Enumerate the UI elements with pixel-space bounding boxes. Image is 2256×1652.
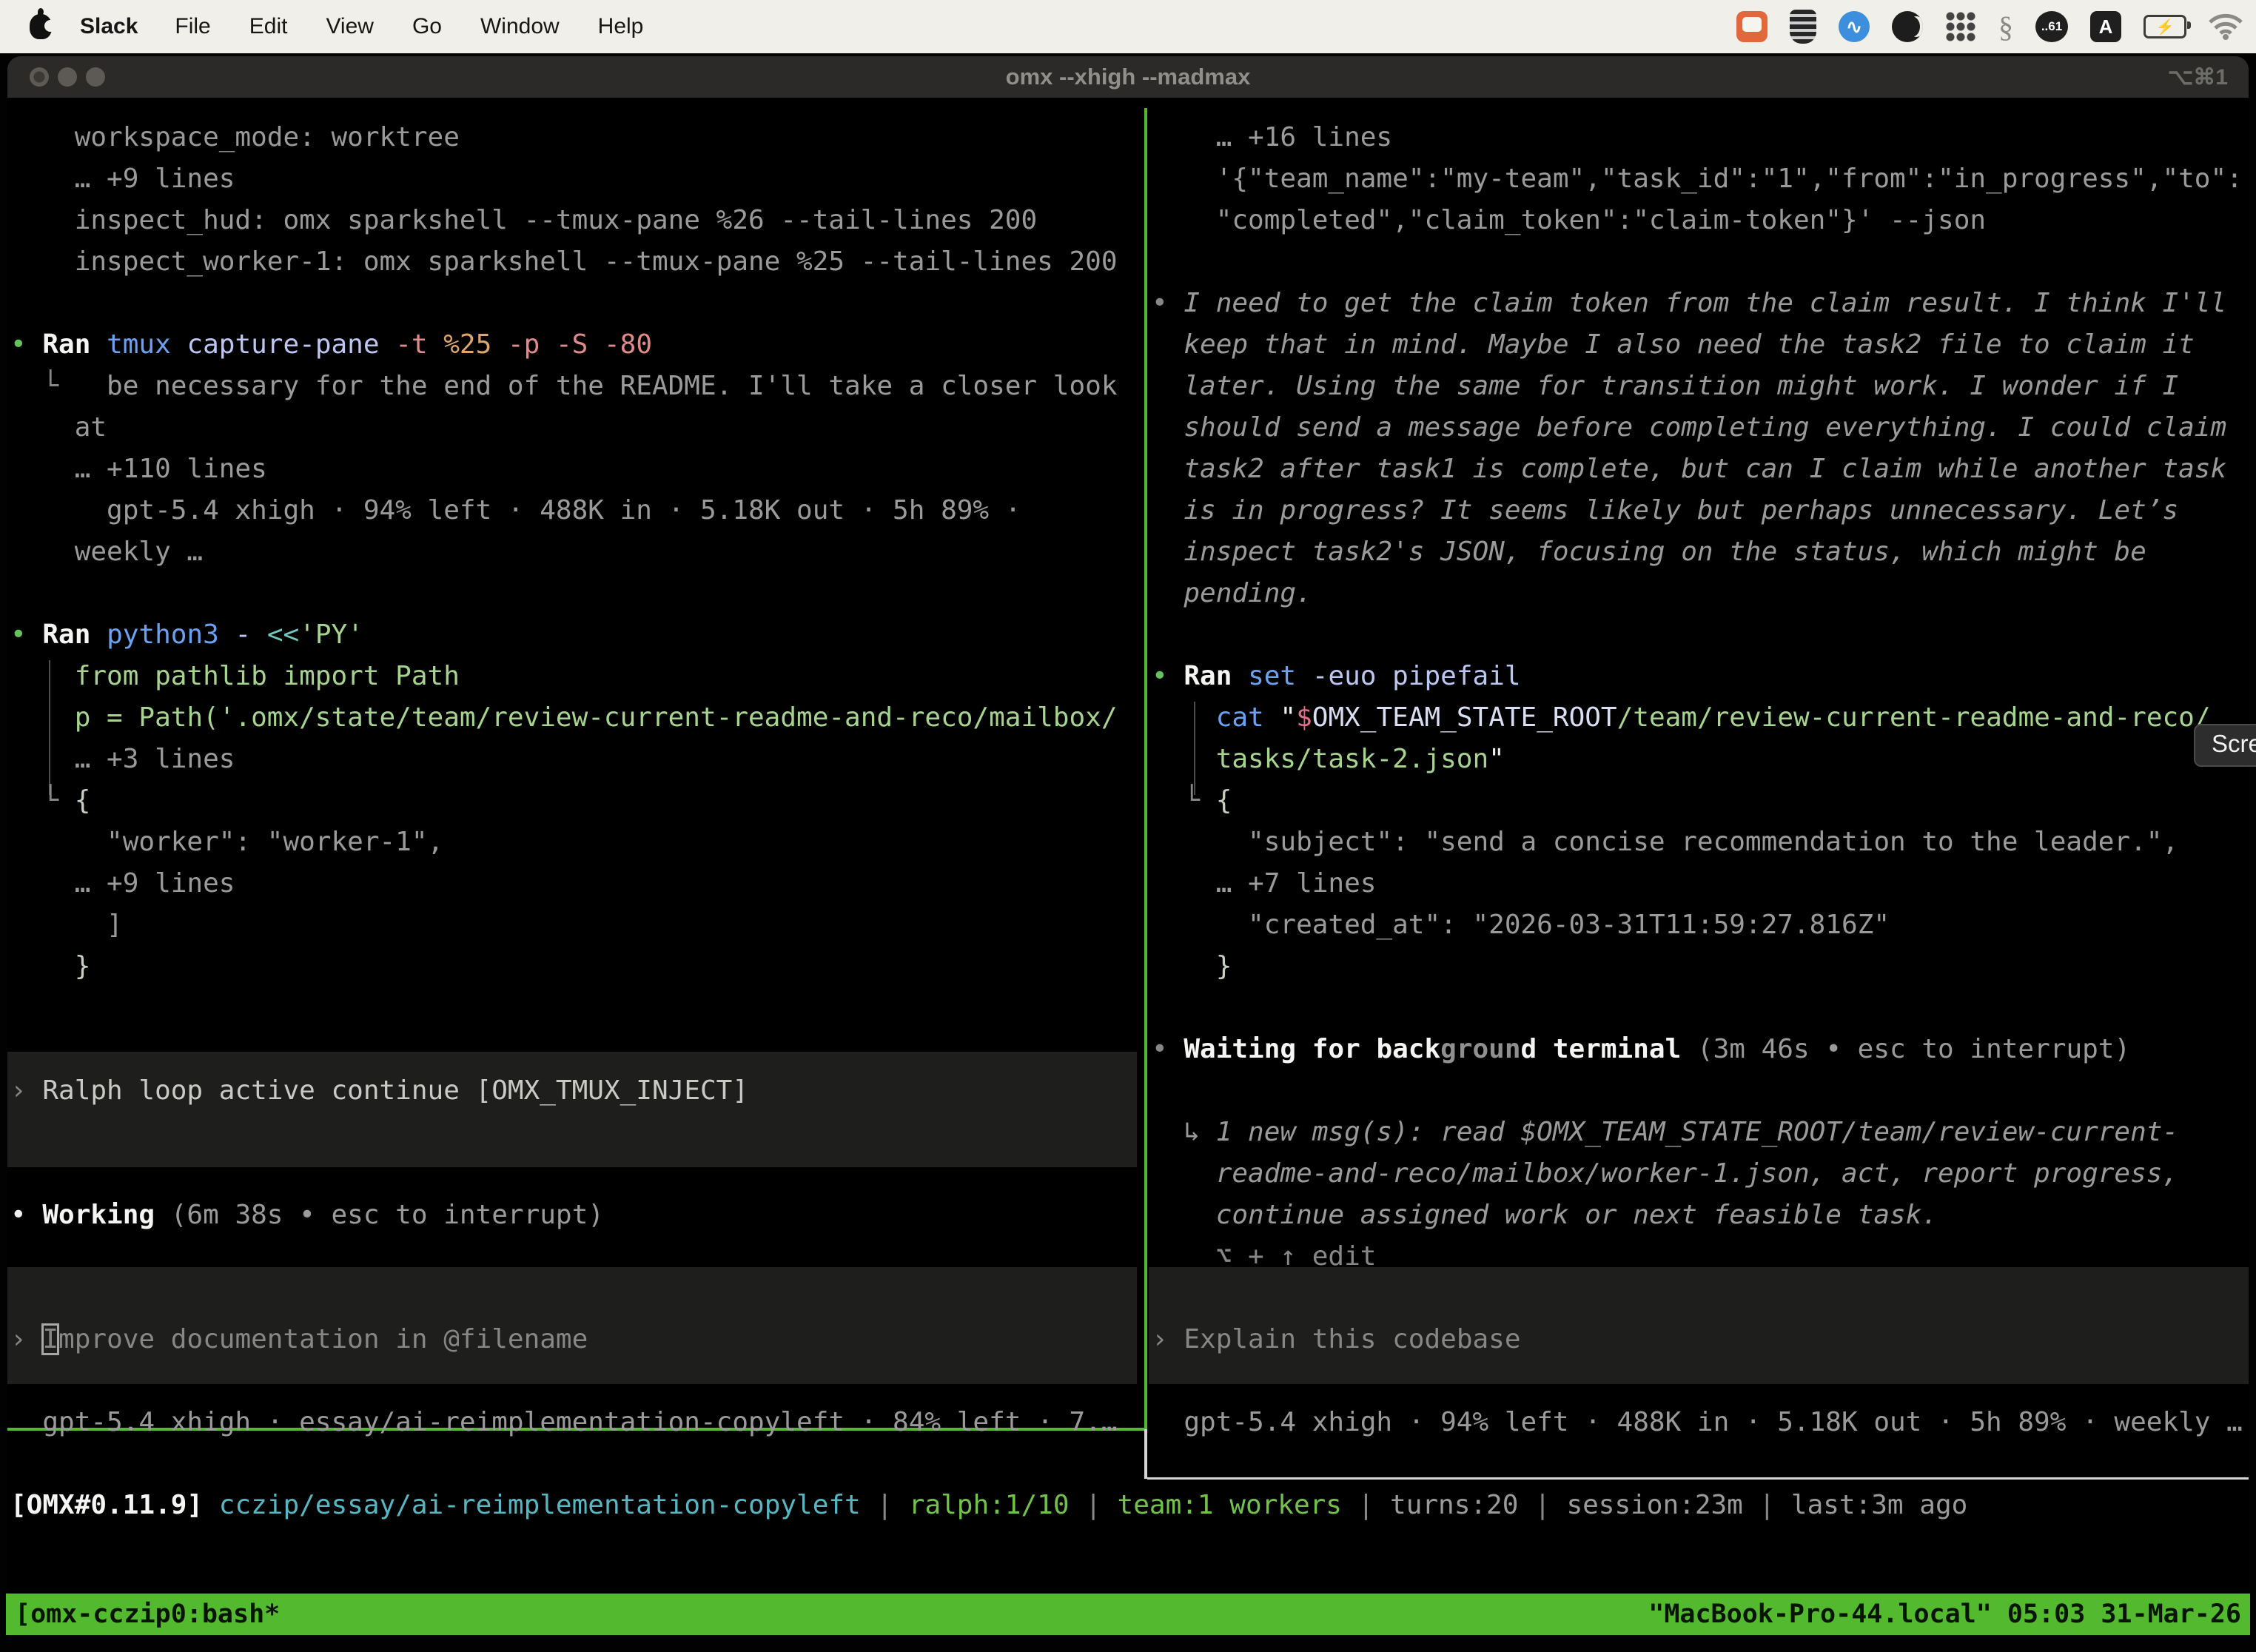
menu-item-help[interactable]: Help (598, 14, 644, 39)
terminal-line: ↳ 1 new msg(s): read $OMX_TEAM_STATE_ROO… (1152, 1112, 2178, 1153)
squiggle-icon[interactable]: § (1998, 10, 2013, 44)
terminal-line: └ { (1152, 780, 1232, 822)
app-menu-title[interactable]: Slack (80, 14, 138, 39)
terminal-line: } (1152, 946, 1232, 987)
terminal-line: continue assigned work or next feasible … (1152, 1195, 1938, 1236)
terminal-line: from pathlib import Path (10, 656, 460, 697)
terminal-line: "worker": "worker-1", (10, 822, 443, 863)
terminal-line: at (10, 407, 107, 449)
window-shortcut-badge: ⌥⌘1 (2168, 64, 2228, 90)
terminal-line: inspect task2's JSON, focusing on the st… (1152, 531, 2146, 573)
terminal-line: should send a message before completing … (1152, 407, 2226, 449)
menu-item-file[interactable]: File (175, 14, 210, 39)
terminal-line: gpt-5.4 xhigh · essay/ai-reimplementatio… (10, 1402, 1118, 1443)
terminal-line: gpt-5.4 xhigh · 94% left · 488K in · 5.1… (1152, 1402, 2243, 1443)
terminal-line: • Ran python3 - <<'PY' (10, 614, 363, 656)
menu-items: File Edit View Go Window Help (175, 14, 643, 39)
terminal-line: … +7 lines (1152, 863, 1376, 904)
terminal-line: … +16 lines (1152, 117, 1392, 158)
terminal-line: inspect_worker-1: omx sparkshell --tmux-… (10, 241, 1118, 283)
right-pane-bottom-border (1147, 1477, 2249, 1480)
terminal-line: task2 after task1 is complete, but can I… (1152, 449, 2226, 490)
terminal-line: p = Path('.omx/state/team/review-current… (10, 697, 1118, 739)
terminal-line: inspect_hud: omx sparkshell --tmux-pane … (10, 200, 1037, 241)
menu-item-go[interactable]: Go (412, 14, 442, 39)
tmux-host-clock-label: "MacBook-Pro-44.local" 05:03 31-Mar-26 (1648, 1599, 2241, 1629)
window-title: omx --xhigh --madmax (7, 64, 2249, 90)
screen-tooltip: Scre (2194, 724, 2256, 767)
terminal-line: › Explain this codebase (1152, 1319, 1521, 1360)
screen-record-icon[interactable] (1736, 11, 1767, 42)
window-title-bar[interactable]: omx --xhigh --madmax ⌥⌘1 (7, 56, 2249, 98)
menu-item-window[interactable]: Window (480, 14, 560, 39)
terminal-line: '{"team_name":"my-team","task_id":"1","f… (1152, 158, 2243, 200)
terminal-line: • Ran set -euo pipefail (1152, 656, 1521, 697)
menu-item-edit[interactable]: Edit (249, 14, 288, 39)
terminal-line: "created_at": "2026-03-31T11:59:27.816Z" (1152, 904, 1890, 946)
moon-circle-icon[interactable] (1892, 11, 1923, 42)
terminal-line: ] (10, 904, 123, 946)
tmux-session-label: [omx-cczip0:bash* (15, 1599, 280, 1629)
terminal-line: … +9 lines (10, 158, 235, 200)
battery-percent-badge-icon[interactable]: ..61 (2035, 11, 2068, 42)
terminal-line: cat "$OMX_TEAM_STATE_ROOT/team/review-cu… (1152, 697, 2211, 739)
pane-divider-vertical[interactable] (1144, 108, 1147, 1429)
terminal-line: • Working (6m 38s • esc to interrupt) (10, 1195, 604, 1236)
terminal-line: "subject": "send a concise recommendatio… (1152, 822, 2178, 863)
apple-menu-icon[interactable] (30, 14, 52, 39)
terminal-line: • Waiting for background terminal (3m 46… (1152, 1029, 2130, 1070)
terminal-line: tasks/task-2.json" (1152, 739, 1505, 780)
terminal-line: • Ran tmux capture-pane -t %25 -p -S -80 (10, 324, 652, 366)
wifi-icon[interactable] (2209, 13, 2243, 40)
menubar-status-icons: ∿ § ..61 A ⚡ (1736, 0, 2243, 53)
terminal-line: "completed","claim_token":"claim-token"}… (1152, 200, 1986, 241)
terminal-line: … +9 lines (10, 863, 235, 904)
menu-bar: Slack File Edit View Go Window Help ∿ § ..61 … (0, 0, 2256, 53)
terminal-line: gpt-5.4 xhigh · 94% left · 488K in · 5.1… (10, 490, 1021, 531)
terminal-line: keep that in mind. Maybe I also need the… (1152, 324, 2195, 366)
terminal-line: └ be necessary for the end of the README… (10, 366, 1118, 407)
terminal-line: • I need to get the claim token from the… (1152, 283, 2226, 324)
shield-grid-icon[interactable] (1790, 10, 1816, 44)
screen: Slack File Edit View Go Window Help ∿ § ..61 … (0, 0, 2256, 1652)
terminal-line: later. Using the same for transition mig… (1152, 366, 2178, 407)
tmux-status-bar: [omx-cczip0:bash* "MacBook-Pro-44.local"… (6, 1594, 2250, 1635)
dots-grid-icon[interactable] (1945, 11, 1976, 42)
terminal-line: is in progress? It seems likely but perh… (1152, 490, 2178, 531)
terminal-line: pending. (1152, 573, 1312, 614)
terminal-line: [OMX#0.11.9] cczip/essay/ai-reimplementa… (10, 1485, 1967, 1526)
terminal-line: weekly … (10, 531, 203, 573)
menu-item-view[interactable]: View (326, 14, 373, 39)
terminal-line: … +3 lines (10, 739, 235, 780)
keyboard-a-icon[interactable]: A (2090, 11, 2121, 42)
terminal-line: readme-and-reco/mailbox/worker-1.json, a… (1152, 1153, 2178, 1195)
terminal-line: › Improve documentation in @filename (10, 1319, 588, 1360)
terminal-line: ⌥ + ↑ edit (1152, 1236, 1376, 1277)
terminal-line: … +110 lines (10, 449, 267, 490)
swirl-blue-icon[interactable]: ∿ (1839, 11, 1870, 42)
pane-divider-vertical-lower (1144, 1429, 1147, 1479)
terminal-line: } (10, 946, 90, 987)
battery-icon[interactable]: ⚡ (2143, 15, 2186, 38)
terminal-line: └ { (10, 780, 90, 822)
terminal-line: › Ralph loop active continue [OMX_TMUX_I… (10, 1070, 748, 1112)
terminal-line: workspace_mode: worktree (10, 117, 460, 158)
